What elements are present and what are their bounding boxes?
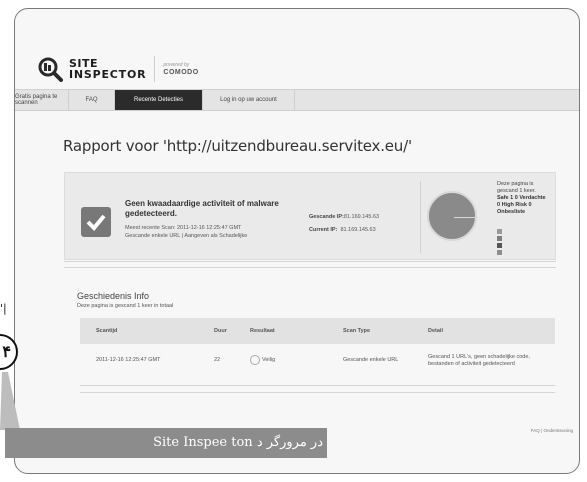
divider	[420, 181, 421, 253]
legend-suspicious-swatch	[497, 236, 502, 241]
divider	[80, 392, 555, 393]
row-duration: 22	[214, 357, 221, 363]
main-nav: Gratis pagina te scannen FAQ Recente Det…	[15, 89, 579, 111]
checkmark-icon	[81, 207, 111, 237]
legend-undecided-swatch	[497, 250, 502, 255]
figure-marker-stub: '|	[0, 302, 7, 315]
logo-wordmark: SITE INSPECTOR	[69, 58, 146, 80]
powered-by: powered by COMODO	[163, 62, 198, 76]
divider	[64, 267, 556, 268]
report-title: Rapport voor 'http://uitzendbureau.servi…	[63, 137, 412, 155]
divider	[80, 385, 555, 386]
scan-type-links[interactable]: Gescande enkele URL | Aangeven als Schad…	[125, 233, 295, 241]
nav-free-scan[interactable]: Gratis pagina te scannen	[15, 90, 69, 110]
nav-faq[interactable]: FAQ	[69, 90, 115, 110]
status-panel: Geen kwaadaardige activiteit of malware …	[64, 172, 556, 260]
logo-line-2: INSPECTOR	[69, 68, 147, 81]
divider	[64, 261, 556, 262]
row-scan-time: 2011-12-16 12:25:47 GMT	[96, 357, 161, 363]
col-scan-time: Scantijd	[96, 328, 118, 334]
last-scan: Meest recente Scan: 2011-12-16 12:25:47 …	[125, 225, 242, 231]
magnifier-logo-icon	[37, 56, 63, 82]
legend-safe-swatch	[497, 229, 502, 234]
col-result: Resultaat	[250, 328, 275, 334]
logo-divider	[154, 56, 156, 82]
nav-recent-detections[interactable]: Recente Detecties	[115, 90, 203, 110]
comodo-brand: COMODO	[163, 69, 199, 76]
status-headline: Geen kwaadaardige activiteit of malware …	[125, 199, 279, 218]
col-detail: Detail	[428, 328, 443, 334]
scanned-ip: Gescande IP:81.169.145.63	[309, 214, 380, 220]
history-title: Geschiedenis Info	[77, 291, 150, 301]
site-inspector-logo[interactable]: SITE INSPECTOR powered by COMODO	[37, 53, 199, 85]
col-scan-type: Scan Type	[343, 328, 371, 334]
pie-slice-line	[454, 217, 478, 218]
nav-login[interactable]: Log in op uw account	[203, 90, 295, 110]
callout-leader	[0, 372, 20, 430]
powered-by-label: powered by	[163, 62, 190, 68]
history-subtitle: Deze pagina is gescand 1 keer in totaal	[77, 303, 174, 309]
scan-info: Meest recente Scan: 2011-12-16 12:25:47 …	[125, 225, 295, 240]
current-ip: Current IP: 81.169.145.63	[309, 227, 376, 233]
ip-info: Gescande IP:81.169.145.63 Current IP: 81…	[309, 211, 379, 237]
row-result: Veilig	[250, 347, 275, 373]
figure-caption: Site Inspee ton در مرورگر د	[5, 428, 327, 458]
col-duration: Duur	[214, 328, 227, 334]
safety-pie-chart	[427, 191, 478, 241]
browser-frame: SITE INSPECTOR powered by COMODO Gratis …	[14, 8, 580, 474]
scan-stats: Deze pagina is gescand 1 keer. Safe 1 0 …	[497, 181, 546, 215]
table-row: 2011-12-16 12:25:47 GMT 22 Veilig Gescan…	[80, 347, 555, 375]
footer-links[interactable]: FAQ | Ondersteuning	[531, 428, 573, 433]
safe-check-icon	[250, 354, 260, 365]
legend-high-risk-swatch	[497, 243, 502, 248]
history-table-header: Scantijd Duur Resultaat Scan Type Detail	[80, 318, 555, 344]
row-detail: Gescand 1 URL's, geen schadelijke code, …	[428, 354, 530, 367]
row-scan-type: Gescande enkele URL	[343, 357, 399, 363]
